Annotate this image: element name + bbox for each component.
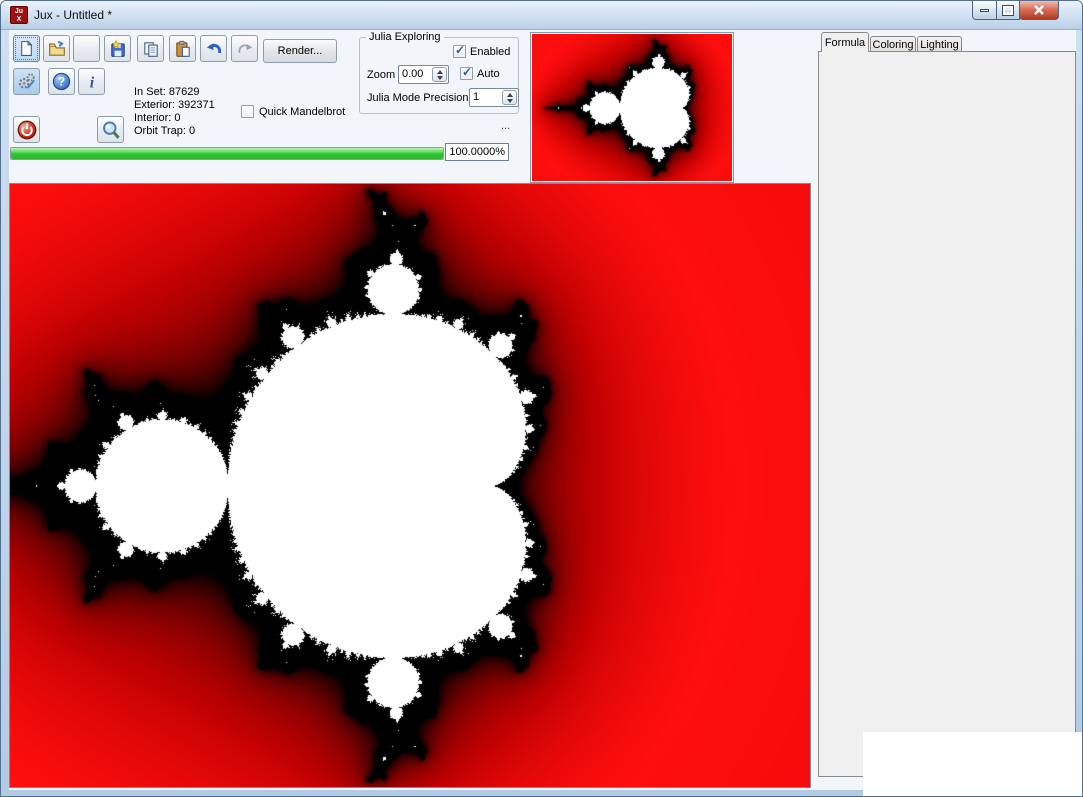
stop-button[interactable] — [13, 116, 40, 143]
close-icon — [1033, 4, 1045, 16]
progress-bar — [10, 147, 444, 160]
minimize-button[interactable] — [972, 1, 997, 20]
tab-coloring-label: Coloring — [873, 39, 914, 51]
close-button[interactable] — [1019, 1, 1059, 20]
info-button[interactable]: i — [78, 68, 105, 95]
quick-mandelbrot-label: Quick Mandelbrot — [259, 106, 345, 118]
julia-enabled-label: Enabled — [470, 46, 510, 58]
progress-fill — [11, 148, 443, 159]
zoom-tool-button[interactable] — [97, 116, 124, 143]
mandelbrot-view[interactable] — [10, 184, 810, 787]
ellipsis-label: ... — [501, 120, 510, 132]
magnifier-icon — [101, 120, 121, 140]
tab-lighting-label: Lighting — [920, 39, 959, 51]
open-button[interactable] — [43, 35, 70, 62]
julia-zoom-spin-arrows[interactable] — [432, 67, 447, 82]
tab-coloring[interactable]: Coloring — [870, 36, 916, 52]
tab-formula-label: Formula — [825, 37, 865, 49]
logo-top: Ju — [11, 8, 27, 16]
new-document-icon — [18, 40, 35, 57]
stat-exterior: Exterior: 392371 — [134, 99, 215, 111]
undo-arrow-icon — [205, 40, 223, 58]
quick-mandelbrot-checkbox[interactable] — [241, 105, 254, 118]
open-folder-icon — [48, 40, 66, 58]
stat-orbit-trap: Orbit Trap: 0 — [134, 125, 195, 137]
julia-enabled-checkbox[interactable] — [453, 45, 466, 58]
julia-zoom-spinner[interactable]: 0.00 — [398, 65, 449, 84]
svg-text:i: i — [89, 74, 94, 90]
app-logo-icon: Ju X — [10, 6, 28, 24]
help-button[interactable]: ? — [48, 68, 75, 95]
fractal-frame — [9, 183, 811, 788]
paste-button[interactable] — [169, 35, 196, 62]
app-window: Ju X Jux - Untitled * Render... — [0, 0, 1083, 797]
settings-button[interactable] — [13, 68, 40, 95]
preview-frame — [530, 32, 734, 183]
paste-clipboard-icon — [174, 40, 192, 58]
stat-in-set: In Set: 87629 — [134, 86, 199, 98]
julia-precision-value: 1 — [470, 89, 501, 106]
redo-button[interactable] — [231, 35, 258, 62]
progress-percent: 100.0000% — [445, 143, 509, 161]
copy-button[interactable] — [137, 35, 164, 62]
julia-zoom-label: Zoom — [367, 69, 395, 81]
logo-bottom: X — [11, 16, 27, 24]
help-icon: ? — [52, 72, 71, 91]
info-icon: i — [83, 73, 101, 91]
julia-auto-checkbox[interactable] — [460, 67, 473, 80]
minimize-icon — [980, 9, 989, 12]
window-title: Jux - Untitled * — [34, 8, 112, 22]
save-button[interactable] — [104, 35, 131, 62]
julia-precision-spinner[interactable]: 1 — [469, 88, 519, 107]
julia-group-title: Julia Exploring — [366, 31, 444, 43]
maximize-button[interactable] — [996, 1, 1020, 20]
undo-button[interactable] — [200, 35, 227, 62]
maximize-icon — [1003, 6, 1013, 15]
formula-tab-panel — [818, 51, 1076, 777]
render-button[interactable]: Render... — [263, 39, 337, 63]
julia-zoom-value: 0.00 — [399, 66, 431, 83]
julia-precision-label: Julia Mode Precision — [367, 92, 469, 104]
redo-arrow-icon — [236, 40, 254, 58]
copy-icon — [142, 40, 160, 58]
stat-interior: Interior: 0 — [134, 112, 180, 124]
tab-lighting[interactable]: Lighting — [917, 36, 962, 52]
julia-auto-label: Auto — [477, 68, 500, 80]
empty-toolbar-button[interactable] — [73, 35, 100, 62]
svg-text:?: ? — [58, 75, 65, 89]
render-button-label: Render... — [278, 45, 323, 57]
julia-precision-spin-arrows[interactable] — [502, 90, 517, 105]
new-button[interactable] — [13, 35, 40, 62]
save-disk-icon — [109, 40, 127, 58]
title-bar[interactable]: Ju X Jux - Untitled * — [1, 1, 1082, 30]
power-icon — [17, 120, 37, 140]
gear-icon — [17, 72, 36, 91]
overlapping-window — [863, 732, 1083, 797]
tab-formula[interactable]: Formula — [821, 32, 869, 52]
mandelbrot-preview[interactable] — [532, 34, 732, 181]
